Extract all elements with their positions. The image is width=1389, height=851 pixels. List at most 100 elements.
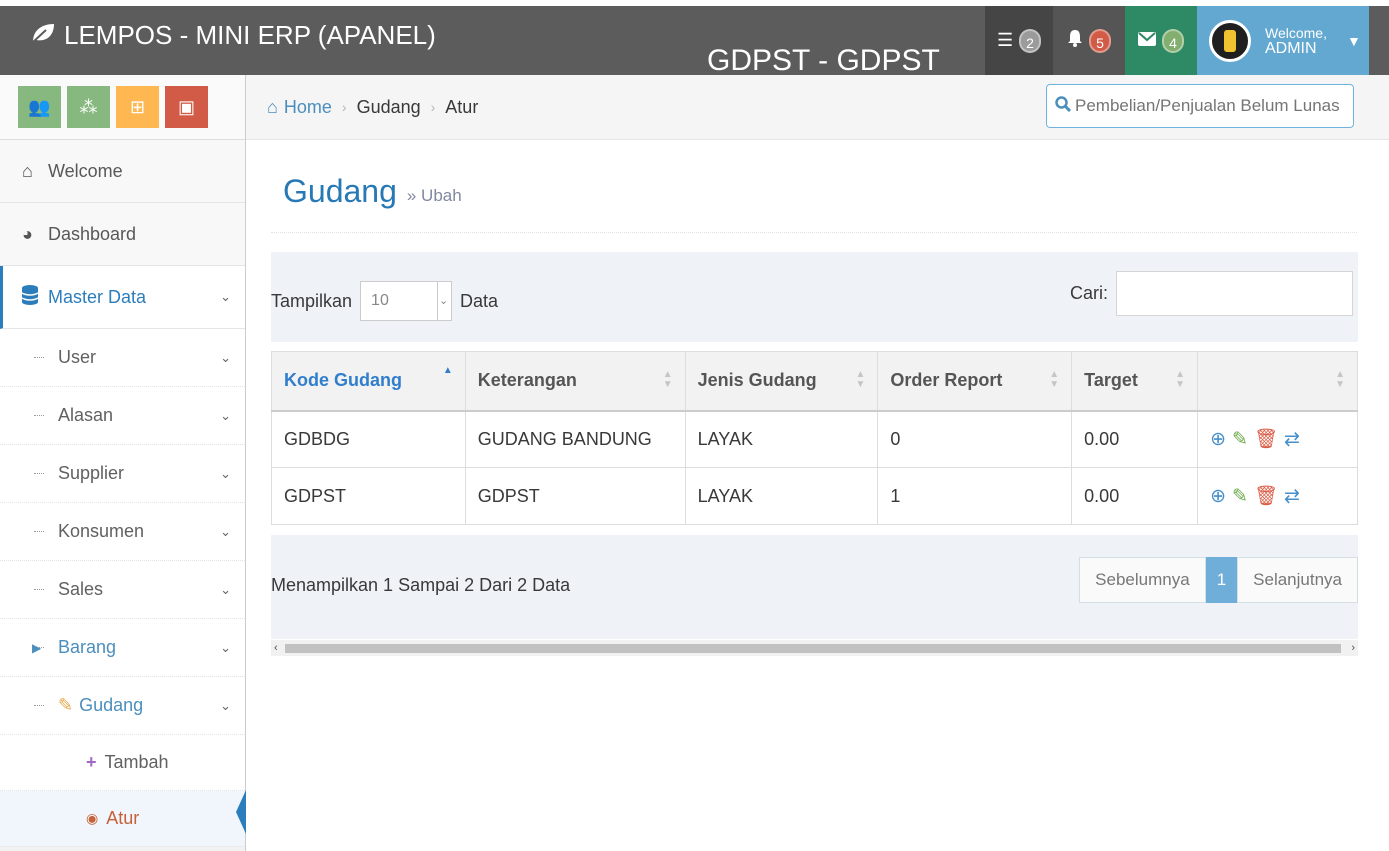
page-size-value: 10 <box>371 292 389 309</box>
chevron-right-icon: › <box>341 99 347 115</box>
column-header-order-report[interactable]: Order Report ▲ ▼ <box>877 351 1073 412</box>
sidebar-item-sales[interactable]: Sales ⌄ <box>0 561 245 619</box>
users-icon: 👥 <box>28 96 51 117</box>
column-header-jenis-gudang[interactable]: Jenis Gudang ▲ ▼ <box>684 351 879 412</box>
home-icon: ⌂ <box>267 96 278 117</box>
next-page-button[interactable]: Selanjutnya <box>1237 557 1358 603</box>
scroll-right-icon[interactable]: › <box>1351 640 1355 656</box>
breadcrumb-gudang[interactable]: Gudang <box>357 97 421 118</box>
breadcrumb-atur: Atur <box>445 96 479 117</box>
column-header-kode-gudang[interactable]: Kode Gudang ▲ <box>271 351 466 412</box>
table-row: GDBDG GUDANG BANDUNG LAYAK 0 0.00 ⊕ ✎ 🗑 … <box>271 410 1358 468</box>
sort-icon: ▲ ▼ <box>1049 369 1060 390</box>
envelope-icon <box>1138 30 1157 51</box>
top-navbar: LEMPOS - MINI ERP (APANEL) GDPST - GDPST… <box>0 0 1389 77</box>
sidebar-item-label: Welcome <box>48 160 123 181</box>
chevron-down-icon: ⌄ <box>220 289 231 304</box>
money-icon: ▣ <box>177 96 195 117</box>
sidebar-item-welcome[interactable]: ⌂ Welcome <box>0 140 245 203</box>
column-header-keterangan[interactable]: Keterangan ▲ ▼ <box>464 351 686 412</box>
page-subtitle: » Ubah <box>406 186 462 205</box>
scrollbar-thumb[interactable] <box>285 644 1341 653</box>
cell-jenis: LAYAK <box>684 467 879 525</box>
sidebar-item-label: Master Data <box>48 286 147 307</box>
pencil-icon[interactable]: ✎ <box>1232 428 1248 451</box>
tasks-button[interactable]: ☰ 2 <box>985 6 1053 75</box>
cell-actions: ⊕ ✎ 🗑 ⇄ <box>1197 467 1358 525</box>
pencil-icon[interactable]: ✎ <box>1232 485 1248 508</box>
sidebar-item-master-data[interactable]: Master Data ⌄ <box>0 266 245 329</box>
sort-asc-icon: ▲ <box>442 365 453 376</box>
data-label: Data <box>460 290 499 311</box>
money-shortcut-button[interactable]: ▣ <box>165 86 208 128</box>
sidebar-item-label: Sales <box>58 579 104 599</box>
zoom-in-icon[interactable]: ⊕ <box>1210 428 1226 451</box>
trash-icon[interactable]: 🗑 <box>1254 484 1278 508</box>
sidebar-item-label: Dashboard <box>48 223 137 244</box>
zoom-in-icon[interactable]: ⊕ <box>1210 485 1226 508</box>
messages-badge: 4 <box>1162 28 1184 53</box>
sidebar-item-label: Konsumen <box>58 521 145 541</box>
sidebar-item-gudang[interactable]: ✎ Gudang ⌄ <box>0 677 245 735</box>
user-welcome: Welcome, ADMIN <box>1265 25 1327 57</box>
caret-right-icon: ▶ <box>32 640 42 655</box>
horizontal-scrollbar[interactable]: ‹ › <box>271 640 1358 656</box>
sort-icon: ▲ ▼ <box>1175 369 1186 390</box>
basket-icon: ⊞ <box>129 96 146 117</box>
search-input[interactable] <box>1075 96 1345 116</box>
table-search: Cari: <box>1070 271 1353 316</box>
active-indicator <box>236 790 246 834</box>
chevron-down-icon: ⌄ <box>220 639 231 655</box>
table-row: GDPST GDPST LAYAK 1 0.00 ⊕ ✎ 🗑 ⇄ <box>271 467 1358 525</box>
breadcrumb-home-link[interactable]: Home <box>284 97 332 118</box>
cubes-shortcut-button[interactable]: ⁂ <box>67 86 110 128</box>
sidebar-item-alasan[interactable]: Alasan ⌄ <box>0 387 245 445</box>
sidebar-item-konsumen[interactable]: Konsumen ⌄ <box>0 503 245 561</box>
chevron-down-icon: ⌄ <box>220 407 231 423</box>
plus-icon: + <box>86 752 97 772</box>
sidebar-item-tambah[interactable]: + Tambah <box>0 735 245 791</box>
sidebar-item-user[interactable]: User ⌄ <box>0 329 245 387</box>
table-controls: Tampilkan 10 ⌄ Data Cari: <box>271 252 1358 342</box>
basket-shortcut-button[interactable]: ⊞ <box>116 86 159 128</box>
page-1-button[interactable]: 1 <box>1205 557 1238 603</box>
cell-target: 0.00 <box>1071 410 1199 468</box>
sidebar-item-dashboard[interactable]: ◕ Dashboard <box>0 203 245 266</box>
sidebar-item-supplier[interactable]: Supplier ⌄ <box>0 445 245 503</box>
column-header-target[interactable]: Target ▲ ▼ <box>1071 351 1199 412</box>
sidebar-item-label: Tambah <box>104 752 169 772</box>
leaf-icon <box>30 20 56 51</box>
page-header: Gudang » Ubah <box>271 150 1357 233</box>
page-size-select[interactable]: 10 ⌄ <box>360 281 453 321</box>
exchange-icon[interactable]: ⇄ <box>1284 485 1300 508</box>
sort-icon: ▲ ▼ <box>1335 369 1345 390</box>
tasks-icon: ☰ <box>997 30 1014 50</box>
column-header-actions[interactable]: ▲ ▼ <box>1197 351 1358 412</box>
cell-order-report: 0 <box>877 410 1073 468</box>
cell-target: 0.00 <box>1071 467 1199 525</box>
table-search-input[interactable] <box>1116 271 1353 316</box>
sidebar-item-atur[interactable]: ◉ Atur <box>0 791 245 847</box>
cell-kode: GDPST <box>271 467 466 525</box>
users-shortcut-button[interactable]: 👥 <box>18 86 61 128</box>
sidebar-item-label: Gudang <box>79 695 144 715</box>
brand[interactable]: LEMPOS - MINI ERP (APANEL) <box>30 20 436 51</box>
sidebar-item-label: Barang <box>58 637 117 657</box>
chevron-down-icon: ⌄ <box>220 697 231 713</box>
trash-icon[interactable]: 🗑 <box>1254 427 1278 451</box>
previous-page-button[interactable]: Sebelumnya <box>1079 557 1206 603</box>
notifications-button[interactable]: 5 <box>1053 6 1125 75</box>
cell-kode: GDBDG <box>271 410 466 468</box>
dashboard-icon: ◕ <box>22 223 33 244</box>
chevron-down-icon: ⌄ <box>437 282 449 320</box>
sidebar-item-barang[interactable]: ▶ Barang ⌄ <box>0 619 245 677</box>
messages-button[interactable]: 4 <box>1125 6 1197 75</box>
avatar <box>1209 19 1251 62</box>
scroll-left-icon[interactable]: ‹ <box>274 640 278 656</box>
page-size-control: Tampilkan 10 ⌄ Data <box>271 281 498 321</box>
sidebar-item-label: User <box>58 347 97 367</box>
chevron-down-icon: ⌄ <box>220 581 231 597</box>
welcome-text: Welcome, <box>1265 24 1327 41</box>
user-menu[interactable]: Welcome, ADMIN ▼ <box>1197 6 1369 75</box>
exchange-icon[interactable]: ⇄ <box>1284 428 1300 451</box>
